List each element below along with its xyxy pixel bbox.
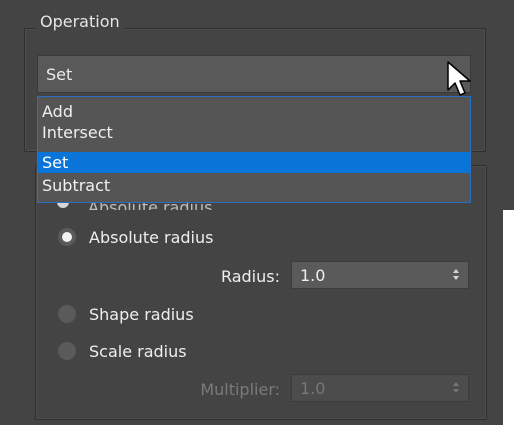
operation-group-title: Operation xyxy=(36,12,124,31)
spinner-down-icon xyxy=(453,389,459,393)
dropdown-option-subtract[interactable]: Subtract xyxy=(38,175,470,196)
shape-radius-label: Shape radius xyxy=(89,305,194,324)
dropdown-option-set[interactable]: Set xyxy=(38,152,470,173)
multiplier-label: Multiplier: xyxy=(200,380,280,399)
arrow-cursor-icon xyxy=(447,61,471,96)
radius-value: 1.0 xyxy=(300,266,326,285)
absolute-radius-radio[interactable] xyxy=(58,228,76,246)
radius-spinner[interactable]: 1.0 xyxy=(291,261,469,289)
operation-dropdown-list: Add Intersect Set Subtract xyxy=(37,96,471,203)
spinner-down-icon[interactable] xyxy=(453,276,459,280)
scale-radius-radio[interactable] xyxy=(58,342,76,360)
spinner-up-icon[interactable] xyxy=(453,269,459,273)
operation-combobox[interactable]: Set xyxy=(37,55,471,93)
spinner-up-icon xyxy=(453,382,459,386)
dropdown-option-intersect[interactable]: Intersect xyxy=(38,122,470,143)
dropdown-option-add[interactable]: Add xyxy=(38,101,470,122)
multiplier-spinner: 1.0 xyxy=(291,374,469,402)
radius-label: Radius: xyxy=(220,267,280,286)
operation-combobox-value: Set xyxy=(46,65,73,84)
scale-radius-label: Scale radius xyxy=(89,342,187,361)
background-strip xyxy=(503,210,514,425)
shape-radius-radio[interactable] xyxy=(58,305,76,323)
multiplier-value: 1.0 xyxy=(300,379,326,398)
absolute-radius-label: Absolute radius xyxy=(89,228,214,247)
